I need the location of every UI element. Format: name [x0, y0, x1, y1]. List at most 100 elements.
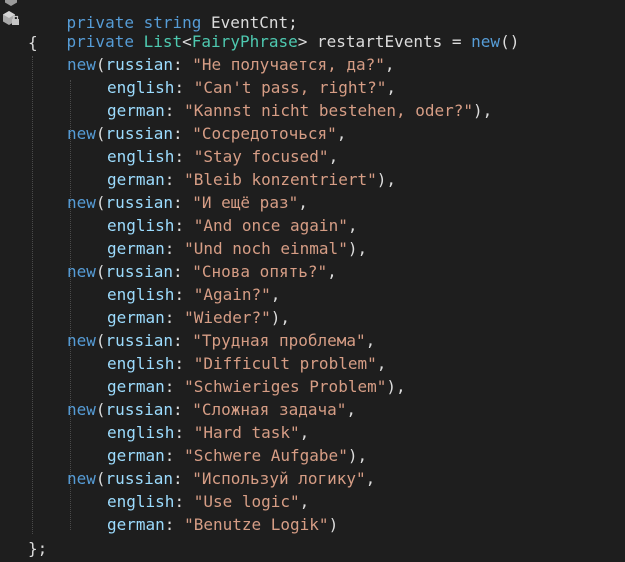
- field-icon: [3, 11, 19, 25]
- colon: :: [174, 147, 194, 166]
- string-russian: "Трудная проблема": [192, 331, 366, 350]
- code-line-entry: german: "Und noch einmal"),: [107, 237, 367, 260]
- type-fairyphrase: FairyPhrase: [191, 32, 298, 51]
- comma: ,: [299, 423, 310, 442]
- param-german: german: [107, 308, 165, 327]
- code-line-entry: new(russian: "Снова опять?",: [67, 260, 337, 283]
- keyword-private: private: [66, 32, 134, 51]
- comma: ,: [347, 216, 358, 235]
- colon: :: [174, 492, 194, 511]
- code-line-entry: german: "Schwere Aufgabe"),: [107, 444, 367, 467]
- param-english: english: [107, 78, 175, 97]
- param-english: english: [107, 216, 175, 235]
- entry-end: ): [328, 515, 339, 534]
- code-line-entry: new(russian: "Сложная задача",: [67, 398, 356, 421]
- param-russian: russian: [105, 331, 173, 350]
- keyword-new: new: [67, 400, 96, 419]
- string-german: "Schwere Aufgabe": [184, 446, 348, 465]
- paren-open: (: [95, 262, 106, 281]
- param-german: german: [107, 515, 165, 534]
- code-line-entry: english: "Hard task",: [107, 421, 309, 444]
- code-line-entry: english: "And once again",: [107, 214, 357, 237]
- colon: :: [164, 446, 185, 465]
- param-english: english: [107, 147, 175, 166]
- string-english: "Stay focused": [193, 147, 329, 166]
- string-russian: "Не получается, да?": [192, 55, 385, 74]
- generic-close: >: [297, 32, 308, 51]
- entry-end: ),: [270, 308, 291, 327]
- colon: :: [164, 377, 185, 396]
- colon: :: [174, 216, 194, 235]
- string-russian: "И ещё раз": [192, 193, 299, 212]
- param-russian: russian: [105, 400, 173, 419]
- colon: :: [164, 515, 185, 534]
- colon: :: [164, 170, 185, 189]
- string-german: "Wieder?": [184, 308, 271, 327]
- colon: :: [164, 308, 185, 327]
- code-line-declaration: private List<FairyPhrase> restartEvents …: [28, 7, 520, 51]
- param-english: english: [107, 492, 175, 511]
- paren-open: (: [95, 193, 106, 212]
- code-line-entry: english: "Again?",: [107, 283, 280, 306]
- param-russian: russian: [105, 469, 173, 488]
- keyword-new: new: [67, 331, 96, 350]
- keyword-new: new: [67, 55, 96, 74]
- colon: :: [164, 101, 185, 120]
- entry-end: ),: [376, 170, 396, 189]
- indent-guide: [70, 80, 71, 530]
- comma: ,: [299, 492, 310, 511]
- code-line-entry: new(russian: "И ещё раз",: [67, 191, 308, 214]
- field-icon: [5, 0, 17, 6]
- colon: :: [164, 239, 185, 258]
- colon: :: [172, 55, 193, 74]
- indent-guide: [32, 56, 33, 534]
- entry-end: ),: [473, 101, 493, 120]
- param-russian: russian: [105, 262, 173, 281]
- comma: ,: [270, 285, 281, 304]
- code-line-entry: english: "Stay focused",: [107, 145, 338, 168]
- paren-open: (: [95, 400, 106, 419]
- keyword-new: new: [471, 32, 501, 51]
- field-name: restartEvents =: [307, 32, 472, 51]
- param-english: english: [107, 423, 175, 442]
- string-russian: "Снова опять?": [192, 262, 328, 281]
- param-russian: russian: [105, 124, 173, 143]
- code-editor[interactable]: private string EventCnt; private List<Fa…: [0, 0, 625, 562]
- entry-end: ),: [347, 239, 368, 258]
- comma: ,: [376, 354, 387, 373]
- colon: :: [172, 331, 193, 350]
- colon: :: [172, 124, 193, 143]
- colon: :: [172, 400, 193, 419]
- string-english: "Difficult problem": [193, 354, 377, 373]
- code-line-entry: english: "Difficult problem",: [107, 352, 386, 375]
- close-brace: };: [28, 539, 48, 558]
- comma: ,: [327, 262, 337, 281]
- paren-open: (: [95, 124, 106, 143]
- colon: :: [174, 78, 194, 97]
- comma: ,: [328, 147, 339, 166]
- param-german: german: [107, 377, 165, 396]
- comma: ,: [346, 400, 357, 419]
- entry-end: ),: [347, 446, 368, 465]
- string-english: "Again?": [193, 285, 271, 304]
- comma: ,: [384, 55, 395, 74]
- string-english: "Hard task": [193, 423, 300, 442]
- comma: ,: [386, 78, 396, 97]
- param-german: german: [107, 170, 165, 189]
- code-line-entry: english: "Can't pass, right?",: [107, 76, 396, 99]
- code-line-entry: german: "Benutze Logik"): [107, 513, 338, 536]
- colon: :: [174, 285, 194, 304]
- code-line-entry: german: "Schwieriges Problem"),: [107, 375, 406, 398]
- keyword-new: new: [67, 469, 96, 488]
- param-english: english: [107, 354, 175, 373]
- param-german: german: [107, 101, 165, 120]
- colon: :: [174, 354, 194, 373]
- colon: :: [172, 262, 193, 281]
- code-line-entry: new(russian: "Используй логику",: [67, 467, 375, 490]
- code-line-entry: new(russian: "Не получается, да?",: [67, 53, 395, 76]
- type-list: List: [143, 32, 183, 51]
- parens: (): [500, 32, 520, 51]
- param-russian: russian: [105, 55, 173, 74]
- string-russian: "Используй логику": [192, 469, 366, 488]
- string-german: "Und noch einmal": [184, 239, 348, 258]
